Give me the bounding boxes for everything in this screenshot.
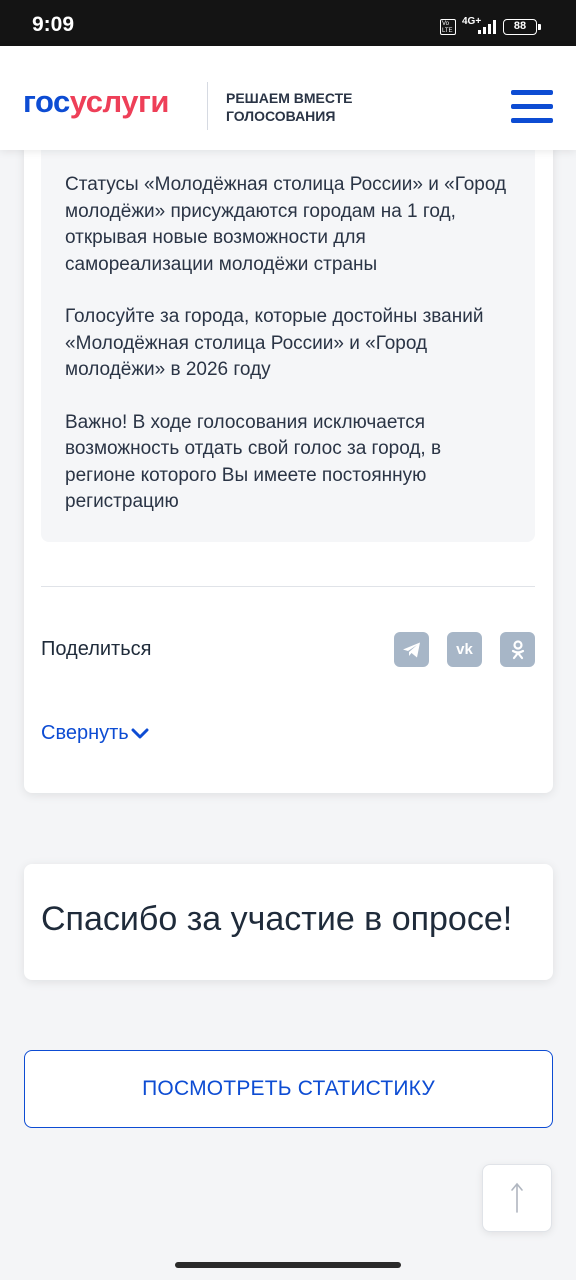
- header-tagline: РЕШАЕМ ВМЕСТЕ ГОЛОСОВАНИЯ: [226, 89, 353, 125]
- volte-icon: Vo LTE: [440, 19, 456, 35]
- info-paragraph: Статусы «Молодёжная столица России» и «Г…: [65, 174, 507, 275]
- share-label: Поделиться: [41, 638, 152, 660]
- vk-icon: vk: [456, 641, 473, 658]
- collapse-button[interactable]: Свернуть: [41, 722, 149, 745]
- arrow-up-icon: [511, 1182, 523, 1213]
- gosuslugi-logo[interactable]: госуслуги: [23, 84, 169, 120]
- telegram-icon: [402, 642, 420, 657]
- signal-icon: [478, 20, 496, 34]
- poll-description-card: Статусы «Молодёжная столица России» и «Г…: [24, 140, 553, 793]
- site-header: госуслуги РЕШАЕМ ВМЕСТЕ ГОЛОСОВАНИЯ: [0, 46, 576, 150]
- status-time: 9:09: [32, 13, 75, 36]
- odnoklassniki-icon: [511, 639, 524, 659]
- telegram-share-button[interactable]: [394, 632, 429, 667]
- battery-icon: 88: [503, 19, 541, 35]
- divider: [41, 586, 535, 587]
- chevron-down-icon: [131, 728, 149, 738]
- tagline-line-1: РЕШАЕМ ВМЕСТЕ: [226, 90, 353, 106]
- home-indicator[interactable]: [175, 1262, 401, 1268]
- ok-share-button[interactable]: [500, 632, 535, 667]
- thanks-message: Спасибо за участие в опросе!: [41, 900, 513, 938]
- info-box: Статусы «Молодёжная столица России» и «Г…: [41, 140, 535, 542]
- thanks-card: Спасибо за участие в опросе!: [24, 864, 553, 980]
- logo-part-uslugi: услуги: [69, 84, 170, 119]
- info-paragraph: Важно! В ходе голосования исключается во…: [65, 411, 442, 513]
- view-statistics-button[interactable]: ПОСМОТРЕТЬ СТАТИСТИКУ: [24, 1050, 553, 1128]
- collapse-label: Свернуть: [41, 722, 129, 744]
- tagline-line-2: ГОЛОСОВАНИЯ: [226, 108, 336, 124]
- info-paragraph: Голосуйте за города, которые достойны зв…: [65, 306, 484, 380]
- status-bar: 9:09 Vo LTE 4G+ 88: [0, 0, 576, 46]
- logo-part-gos: гос: [23, 84, 70, 119]
- scroll-to-top-button[interactable]: [482, 1164, 552, 1232]
- header-divider: [207, 82, 208, 130]
- vk-share-button[interactable]: vk: [447, 632, 482, 667]
- hamburger-menu-icon[interactable]: [511, 90, 553, 124]
